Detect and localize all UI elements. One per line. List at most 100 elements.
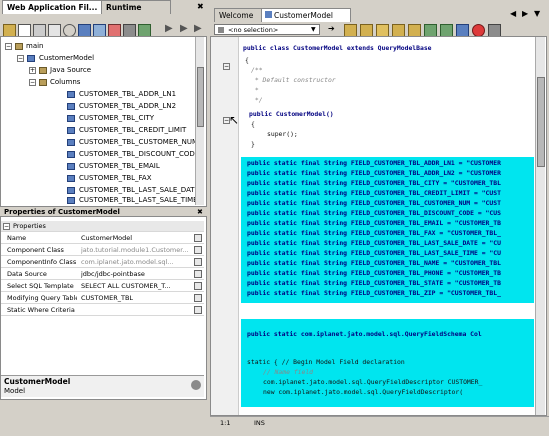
code-line: com.iplanet.jato.model.sql.QueryFieldDes… (263, 378, 483, 386)
tree-label: Java Source (50, 66, 92, 74)
collapse-icon[interactable]: − (3, 222, 10, 230)
code-line: new com.iplanet.jato.model.sql.QueryFiel… (263, 388, 464, 396)
run-icon[interactable]: ▶ (165, 23, 173, 34)
code-line: public static final String FIELD_CUSTOME… (247, 219, 501, 227)
selector-dropdown[interactable]: <no selection> ▼ (214, 24, 320, 35)
tree-item[interactable]: CUSTOMER_TBL_ADDR_LN1 (67, 89, 176, 99)
tree-item[interactable]: CUSTOMER_TBL_ADDR_LN2 (67, 101, 176, 111)
selector-icon (218, 27, 224, 33)
tree-item[interactable]: CUSTOMER_TBL_FAX (67, 173, 152, 183)
expand-icon[interactable]: + (29, 66, 36, 74)
cursor-position: 1:1 (220, 419, 231, 427)
ellipsis-button[interactable] (194, 294, 202, 302)
code-line: super(); (267, 130, 298, 138)
property-row[interactable]: Name CustomerModel (1, 233, 204, 244)
ellipsis-button[interactable] (194, 258, 202, 266)
code-line: public CustomerModel() (249, 110, 334, 118)
tree-label: CUSTOMER_TBL_CUSTOMER_NUM (79, 138, 199, 146)
properties-footer: CustomerModel Model (1, 375, 204, 397)
tree-scrollbar[interactable] (195, 37, 204, 205)
step-icon[interactable]: ▶ (180, 23, 188, 34)
property-value[interactable]: CustomerModel (81, 233, 194, 243)
tree-item[interactable]: CUSTOMER_TBL_LAST_SALE_DATE (67, 185, 199, 195)
tab-runtime[interactable]: Runtime (101, 0, 171, 14)
explorer-toolbar: ▶ ▶ ▶ (0, 22, 207, 37)
close-icon[interactable]: ✖ (197, 2, 204, 11)
scroll-thumb[interactable] (537, 77, 545, 167)
tab-scroll-right-icon[interactable]: ▶ (522, 9, 528, 18)
fold-icon[interactable]: − (223, 63, 230, 70)
property-row[interactable]: Modifying Query Table CUSTOMER_TBL (1, 293, 204, 304)
code-line: } (251, 140, 255, 148)
code-line: * Default constructor (251, 76, 336, 84)
property-value[interactable]: com.iplanet.jato.model.sql... (81, 257, 194, 267)
left-tab-strip: Web Application Fil... Runtime ✖ (0, 0, 207, 14)
tree-item[interactable]: CUSTOMER_TBL_CITY (67, 113, 154, 123)
property-name: Name (7, 234, 27, 242)
tab-list-icon[interactable]: ▼ (534, 9, 540, 18)
column-icon (67, 174, 75, 182)
editor-scrollbar[interactable] (535, 37, 545, 415)
help-icon[interactable] (191, 380, 201, 390)
property-value[interactable]: SELECT ALL CUSTOMER_T... (81, 281, 194, 291)
code-line: public static final String FIELD_CUSTOME… (247, 179, 501, 187)
property-value[interactable]: CUSTOMER_TBL (81, 293, 194, 303)
property-row[interactable]: Component Class jato.tutorial.module1.Cus… (1, 245, 204, 256)
property-row[interactable]: Static Where Criteria (1, 305, 204, 316)
section-header[interactable]: − Properties (1, 221, 204, 232)
ellipsis-button[interactable] (194, 246, 202, 254)
code-line: * (251, 86, 259, 94)
tree-item[interactable]: CUSTOMER_TBL_EMAIL (67, 161, 160, 171)
property-name: Select SQL Template (7, 282, 74, 290)
tree-label: CUSTOMER_TBL_CITY (79, 114, 155, 122)
tree-node-columns[interactable]: − Columns (29, 77, 80, 87)
ellipsis-button[interactable] (194, 306, 202, 314)
java-file-icon (39, 66, 47, 74)
ellipsis-button[interactable] (194, 270, 202, 278)
folder-icon (39, 78, 47, 86)
code-line: public static final String FIELD_CUSTOME… (247, 209, 501, 217)
tree-item[interactable]: CUSTOMER_TBL_CUSTOMER_NUM (67, 137, 198, 147)
tree-item[interactable]: CUSTOMER_TBL_LAST_SALE_TIME (67, 195, 198, 205)
tree-label: CUSTOMER_TBL_ADDR_LN2 (79, 102, 177, 110)
model-icon (27, 54, 35, 62)
tree-node-java-source[interactable]: + Java Source (29, 65, 91, 75)
tree-label: CUSTOMER_TBL_FAX (79, 174, 152, 182)
column-icon (67, 102, 75, 110)
code-line: */ (251, 96, 263, 104)
code-line: public static final String FIELD_CUSTOME… (247, 159, 501, 167)
tree-label: main (26, 42, 44, 50)
property-row[interactable]: ComponentInfo Class com.iplanet.jato.mode… (1, 257, 204, 268)
code-editor[interactable]: − − public class CustomerModel extends Q… (210, 36, 547, 416)
tree-item[interactable]: CUSTOMER_TBL_DISCOUNT_CODE (67, 149, 199, 159)
property-value[interactable]: jdbc/jdbc-pointbase (81, 269, 194, 279)
tree-node-main[interactable]: − main (5, 41, 44, 51)
tab-scroll-left-icon[interactable]: ◀ (510, 9, 516, 18)
editor-tab-strip: Welcome CustomerModel ◀ ▶ ▼ (210, 8, 549, 22)
back-icon[interactable]: ➔ (328, 24, 339, 35)
tab-customer-model[interactable]: CustomerModel (261, 8, 351, 22)
property-value[interactable]: jato.tutorial.module1.Customer... (81, 245, 194, 255)
tree-label: CUSTOMER_TBL_LAST_SALE_DATE (79, 186, 200, 194)
collapse-icon[interactable]: − (5, 42, 12, 50)
stop-icon[interactable]: ▶ (194, 23, 202, 34)
tree-item[interactable]: CUSTOMER_TBL_CREDIT_LIMIT (67, 125, 186, 135)
scroll-thumb[interactable] (197, 67, 204, 127)
code-text: static { // Begin Model Field declaratio… (247, 358, 405, 366)
code-line: public static final String FIELD_CUSTOME… (247, 269, 501, 277)
property-name: ComponentInfo Class (7, 258, 77, 266)
property-row[interactable]: Data Source jdbc/jdbc-pointbase (1, 269, 204, 280)
collapse-icon[interactable]: − (29, 78, 36, 86)
ellipsis-button[interactable] (194, 282, 202, 290)
tree-label: Columns (50, 78, 81, 86)
section-label: Properties (13, 222, 46, 230)
property-row[interactable]: Select SQL Template SELECT ALL CUSTOMER_T… (1, 281, 204, 292)
ellipsis-button[interactable] (194, 234, 202, 242)
code-line: public static final String FIELD_CUSTOME… (247, 229, 501, 237)
properties-sheet: − Properties Name CustomerModel Component … (0, 216, 207, 400)
tab-web-application[interactable]: Web Application Fil... (2, 0, 110, 14)
code-text: public class CustomerModel extends Query… (243, 44, 432, 52)
explorer-tree: − main − CustomerModel + Java Source − Colum… (0, 36, 207, 208)
collapse-icon[interactable]: − (17, 54, 24, 62)
tree-node-model[interactable]: − CustomerModel (17, 53, 94, 63)
